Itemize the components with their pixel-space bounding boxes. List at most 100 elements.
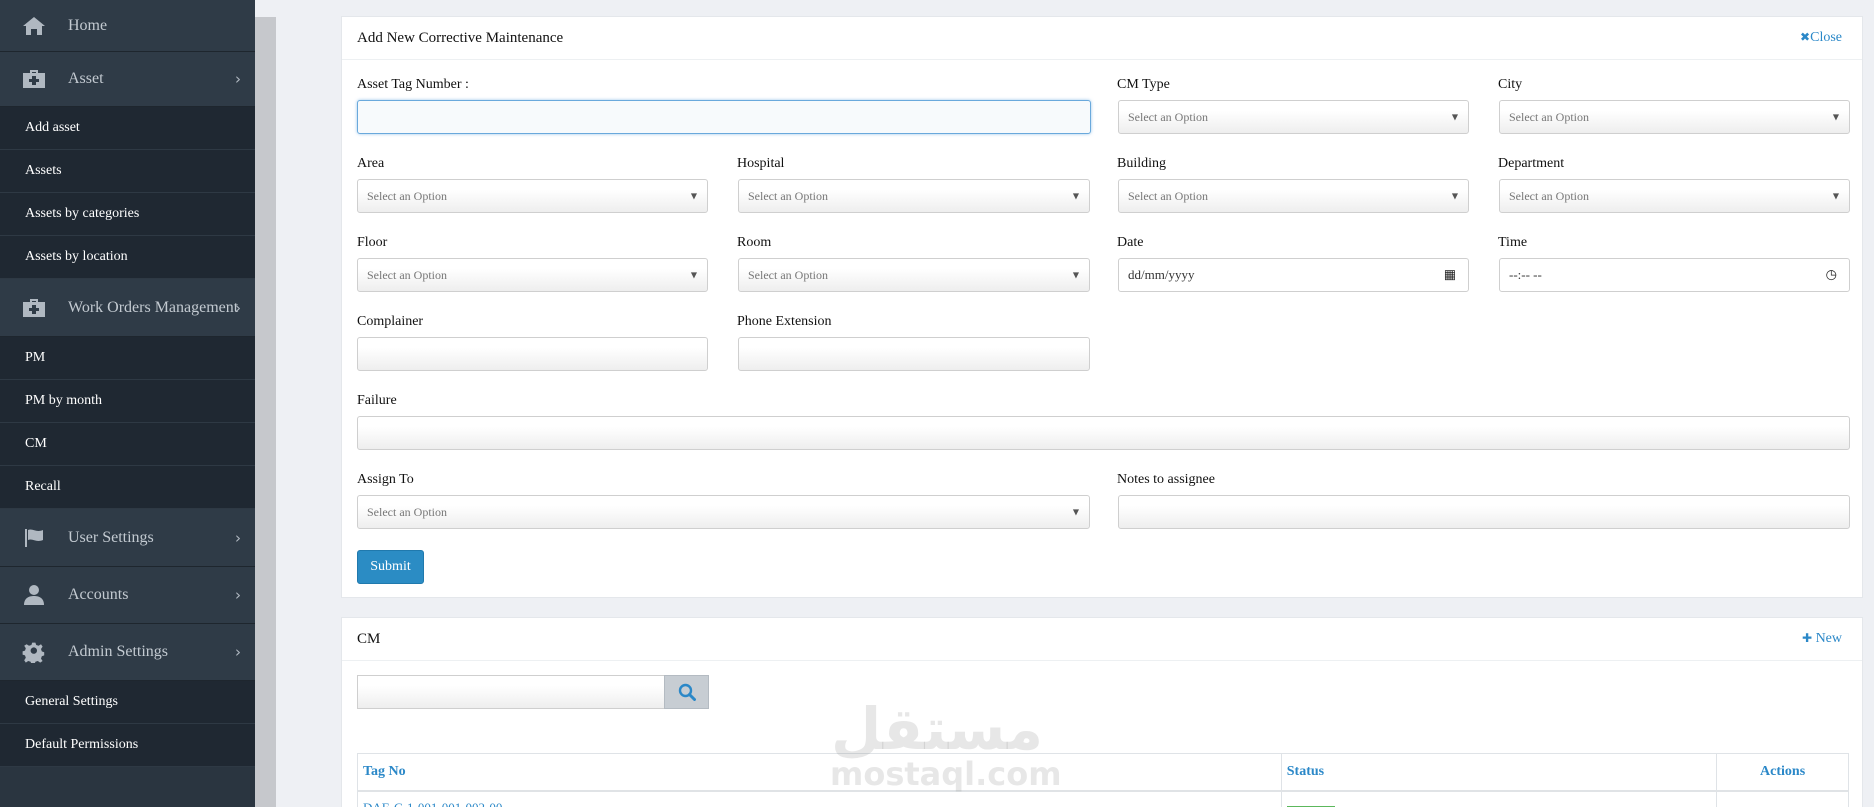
column-header-status[interactable]: Status <box>1282 754 1718 790</box>
floor-select[interactable]: Select an Option ▼ <box>357 258 708 292</box>
select-placeholder: Select an Option <box>748 188 828 203</box>
submit-button[interactable]: Submit <box>357 550 424 584</box>
failure-input[interactable] <box>357 416 1850 450</box>
sidebar-subitem-assets-by-location[interactable]: Assets by location <box>0 236 255 279</box>
caret-down-icon: ▼ <box>1451 112 1458 122</box>
date-input[interactable]: dd/mm/yyyy ▦ <box>1118 258 1469 292</box>
medkit-icon <box>0 68 68 90</box>
phone-extension-label: Phone Extension <box>737 314 832 329</box>
time-placeholder: --:-- -- <box>1509 267 1542 282</box>
area-select[interactable]: Select an Option ▼ <box>357 179 708 213</box>
sidebar-item-label: User Settings <box>68 528 154 546</box>
select-placeholder: Select an Option <box>748 267 828 282</box>
sidebar-subitem-cm[interactable]: CM <box>0 423 255 466</box>
close-icon: ✖ <box>1800 30 1811 44</box>
search-icon <box>678 683 696 701</box>
sidebar-item-work-orders[interactable]: Work Orders Management › <box>0 279 255 337</box>
select-placeholder: Select an Option <box>367 267 447 282</box>
notes-label: Notes to assignee <box>1117 472 1215 487</box>
department-select[interactable]: Select an Option ▼ <box>1499 179 1850 213</box>
row-tag-link[interactable]: DAE-C-1-001-001-002-00 <box>358 792 1282 807</box>
complainer-input[interactable] <box>357 337 708 371</box>
department-label: Department <box>1498 156 1565 171</box>
complainer-label: Complainer <box>357 314 424 329</box>
sidebar-subitem-add-asset[interactable]: Add asset <box>0 107 255 150</box>
chevron-right-icon: › <box>235 586 241 604</box>
column-header-tag-no[interactable]: Tag No <box>358 754 1282 790</box>
cm-type-select[interactable]: Select an Option ▼ <box>1118 100 1469 134</box>
home-icon <box>0 15 68 37</box>
date-label: Date <box>1117 235 1144 250</box>
search-input[interactable] <box>357 675 664 709</box>
caret-down-icon: ▼ <box>1072 507 1079 517</box>
sidebar-item-asset[interactable]: Asset › <box>0 52 255 107</box>
caret-down-icon: ▼ <box>1072 191 1079 201</box>
sidebar-subitem-assets[interactable]: Assets <box>0 150 255 193</box>
select-placeholder: Select an Option <box>367 188 447 203</box>
select-placeholder: Select an Option <box>1128 109 1208 124</box>
asset-tag-input[interactable] <box>357 100 1091 134</box>
sidebar-item-user-settings[interactable]: User Settings › <box>0 509 255 567</box>
select-placeholder: Select an Option <box>1509 188 1589 203</box>
caret-down-icon: ▼ <box>690 270 697 280</box>
floor-label: Floor <box>357 235 388 250</box>
sidebar-subitem-pm-by-month[interactable]: PM by month <box>0 380 255 423</box>
flag-icon <box>0 527 68 549</box>
sidebar-item-label: Accounts <box>68 586 129 603</box>
date-placeholder: dd/mm/yyyy <box>1128 267 1195 282</box>
panel-header: Add New Corrective Maintenance ✖Close <box>342 17 1862 60</box>
time-label: Time <box>1498 235 1528 250</box>
sidebar-subitem-recall[interactable]: Recall <box>0 466 255 509</box>
user-doctor-icon <box>0 584 68 606</box>
caret-down-icon: ▼ <box>1832 191 1839 201</box>
chevron-right-icon: › <box>235 70 241 88</box>
column-header-actions: Actions <box>1760 764 1806 779</box>
cm-type-label: CM Type <box>1117 77 1170 92</box>
sidebar-item-label: Home <box>68 16 108 34</box>
city-select[interactable]: Select an Option ▼ <box>1499 100 1850 134</box>
calendar-icon[interactable]: ▦ <box>1444 268 1456 283</box>
phone-extension-input[interactable] <box>738 337 1090 371</box>
time-input[interactable]: --:-- -- ◷ <box>1499 258 1850 292</box>
clock-icon[interactable]: ◷ <box>1826 268 1837 283</box>
asset-tag-label: Asset Tag Number : <box>357 77 469 92</box>
room-select[interactable]: Select an Option ▼ <box>738 258 1090 292</box>
sidebar-item-label: Admin Settings <box>68 643 169 660</box>
close-button[interactable]: ✖Close <box>1800 30 1842 46</box>
caret-down-icon: ▼ <box>1451 191 1458 201</box>
medkit-icon <box>0 297 68 319</box>
select-placeholder: Select an Option <box>1128 188 1208 203</box>
sidebar-subitem-default-permissions[interactable]: Default Permissions <box>0 724 255 767</box>
building-label: Building <box>1117 156 1167 171</box>
chevron-right-icon: › <box>235 528 241 547</box>
panel-title: Add New Corrective Maintenance <box>357 29 564 46</box>
sidebar-subitem-pm[interactable]: PM <box>0 337 255 380</box>
row-actions-cell <box>1717 792 1848 807</box>
sidebar-item-accounts[interactable]: Accounts › <box>0 567 255 624</box>
assign-to-select[interactable]: Select an Option ▼ <box>357 495 1090 529</box>
assign-to-label: Assign To <box>357 472 414 487</box>
notes-input[interactable] <box>1118 495 1850 529</box>
sidebar-scrollbar[interactable] <box>255 17 276 807</box>
search-button[interactable] <box>664 675 709 709</box>
caret-down-icon: ▼ <box>690 191 697 201</box>
sidebar-item-label: Asset <box>68 70 104 87</box>
area-label: Area <box>357 156 385 171</box>
city-label: City <box>1498 77 1523 92</box>
table-row: DAE-C-1-001-001-002-00 <box>358 792 1848 807</box>
chevron-right-icon: › <box>235 298 241 317</box>
table-header: Tag No Status Actions <box>358 754 1848 792</box>
select-placeholder: Select an Option <box>1509 109 1589 124</box>
sidebar-item-label: Work Orders Management <box>68 298 239 316</box>
chevron-right-icon: › <box>235 643 241 661</box>
cm-table: Tag No Status Actions DAE-C-1-001-001-00… <box>357 753 1849 807</box>
sidebar-subitem-general-settings[interactable]: General Settings <box>0 681 255 724</box>
building-select[interactable]: Select an Option ▼ <box>1118 179 1469 213</box>
new-button[interactable]: ✚ New <box>1802 631 1842 647</box>
sidebar-item-admin-settings[interactable]: Admin Settings › <box>0 624 255 681</box>
panel-title: CM <box>357 630 381 647</box>
sidebar-item-home[interactable]: Home <box>0 0 255 52</box>
sidebar-subitem-assets-by-categories[interactable]: Assets by categories <box>0 193 255 236</box>
hospital-select[interactable]: Select an Option ▼ <box>738 179 1090 213</box>
sidebar: Home Asset › Add asset Assets Assets by … <box>0 0 255 807</box>
